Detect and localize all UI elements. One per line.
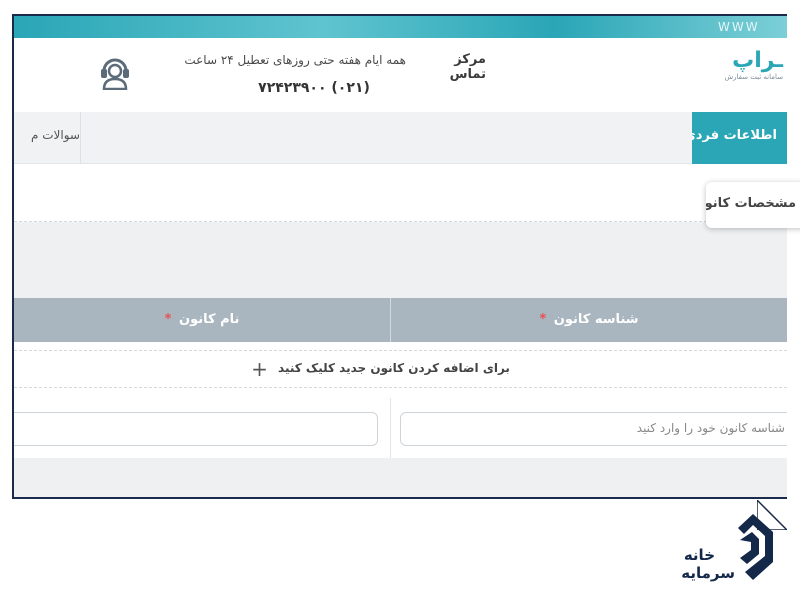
required-mark: * bbox=[539, 312, 547, 327]
column-header-name: نام کانون * bbox=[14, 298, 390, 342]
add-row-content: برای اضافه کردن کانون جدید کلیک کنید + bbox=[251, 356, 510, 381]
headset-icon bbox=[101, 58, 129, 90]
plus-icon: + bbox=[251, 356, 268, 381]
column-name-label: نام کانون bbox=[178, 312, 240, 327]
contact-hours: همه ایام هفته حتی روزهای تعطیل ۲۴ ساعت bbox=[184, 53, 406, 67]
brand-text-line2: سرمایه bbox=[681, 564, 735, 582]
site-header: ـراپ سامانه ثبت سفارش مرکز تماس همه ایام… bbox=[14, 38, 787, 112]
site-logo[interactable]: ـراپ سامانه ثبت سفارش bbox=[717, 38, 787, 112]
center-id-input[interactable]: شناسه کانون خود را وارد کنید bbox=[400, 412, 787, 446]
table-row: شناسه کانون خود را وارد کنید bbox=[14, 398, 787, 458]
logo-text: ـراپ bbox=[732, 48, 783, 73]
section-card-title: مشخصات کانون bbox=[706, 182, 800, 228]
add-row-button[interactable]: برای اضافه کردن کانون جدید کلیک کنید + bbox=[14, 350, 787, 388]
browser-frame: ـراپ سامانه ثبت سفارش مرکز تماس همه ایام… bbox=[12, 14, 787, 499]
column-header-id: شناسه کانون * bbox=[390, 298, 787, 342]
tab-faq[interactable]: سوالات م bbox=[14, 112, 81, 164]
center-name-input[interactable] bbox=[14, 412, 378, 446]
required-mark: * bbox=[164, 312, 172, 327]
add-row-label: برای اضافه کردن کانون جدید کلیک کنید bbox=[278, 361, 510, 375]
www-watermark: WWW bbox=[718, 20, 760, 34]
tab-personal-info[interactable]: اطلاعات فردی bbox=[692, 112, 787, 164]
column-divider bbox=[390, 398, 391, 458]
decorative-top-strip bbox=[14, 16, 787, 38]
contact-center-title: مرکز تماس bbox=[449, 52, 486, 82]
brand-text-line1: خانه bbox=[683, 546, 715, 564]
section-header bbox=[14, 164, 787, 222]
footer-band bbox=[14, 458, 787, 497]
section-band bbox=[14, 222, 787, 298]
table-header: شناسه کانون * نام کانون * bbox=[14, 298, 787, 342]
brand-watermark: خانه سرمایه bbox=[655, 506, 780, 586]
main-nav: اطلاعات فردی سوالات م bbox=[14, 112, 787, 164]
contact-phone[interactable]: (۰۲۱) ۷۲۴۲۳۹۰۰ bbox=[234, 80, 394, 96]
logo-subtext: سامانه ثبت سفارش bbox=[724, 73, 783, 81]
column-id-label: شناسه کانون bbox=[553, 312, 639, 327]
